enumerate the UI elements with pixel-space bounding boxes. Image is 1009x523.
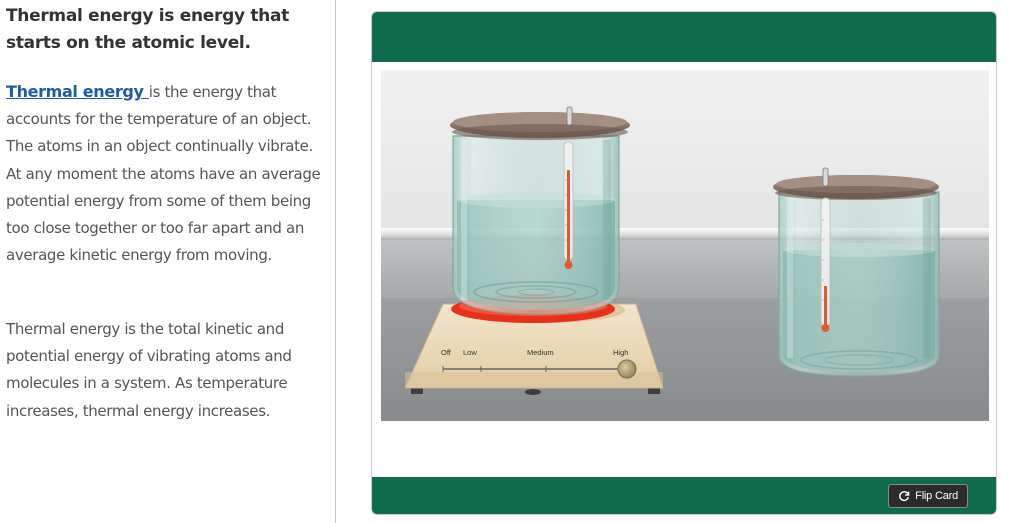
text-panel: Thermal energy is energy that starts on … (0, 0, 336, 523)
thermal-energy-link[interactable]: Thermal energy (6, 82, 149, 101)
flip-card: Off Low Medium High Flip Card (371, 11, 997, 515)
lid-right (773, 175, 939, 200)
thermal-energy-summary: Thermal energy is the total kinetic and … (6, 320, 292, 420)
flip-card-label: Flip Card (915, 490, 958, 502)
flip-card-button[interactable]: Flip Card (888, 484, 968, 508)
thermal-energy-simulation: Off Low Medium High (381, 70, 989, 421)
lid-left (450, 112, 630, 140)
card-header (372, 12, 996, 62)
paragraph-text: is the energy that accounts for the temp… (6, 83, 321, 265)
high-label: High (613, 348, 628, 357)
unheated-beaker (778, 191, 940, 377)
heat-slider-knob[interactable] (617, 359, 637, 379)
low-label: Low (463, 348, 477, 357)
thermal-energy-paragraph: Thermal energy is the energy that accoun… (6, 78, 324, 269)
section-heading: Thermal energy is energy that starts on … (6, 6, 289, 53)
simulation-scene: Off Low Medium High (381, 70, 989, 421)
medium-label: Medium (527, 348, 554, 357)
off-label: Off (441, 348, 452, 357)
refresh-icon (899, 491, 910, 502)
heated-beaker (452, 135, 620, 315)
